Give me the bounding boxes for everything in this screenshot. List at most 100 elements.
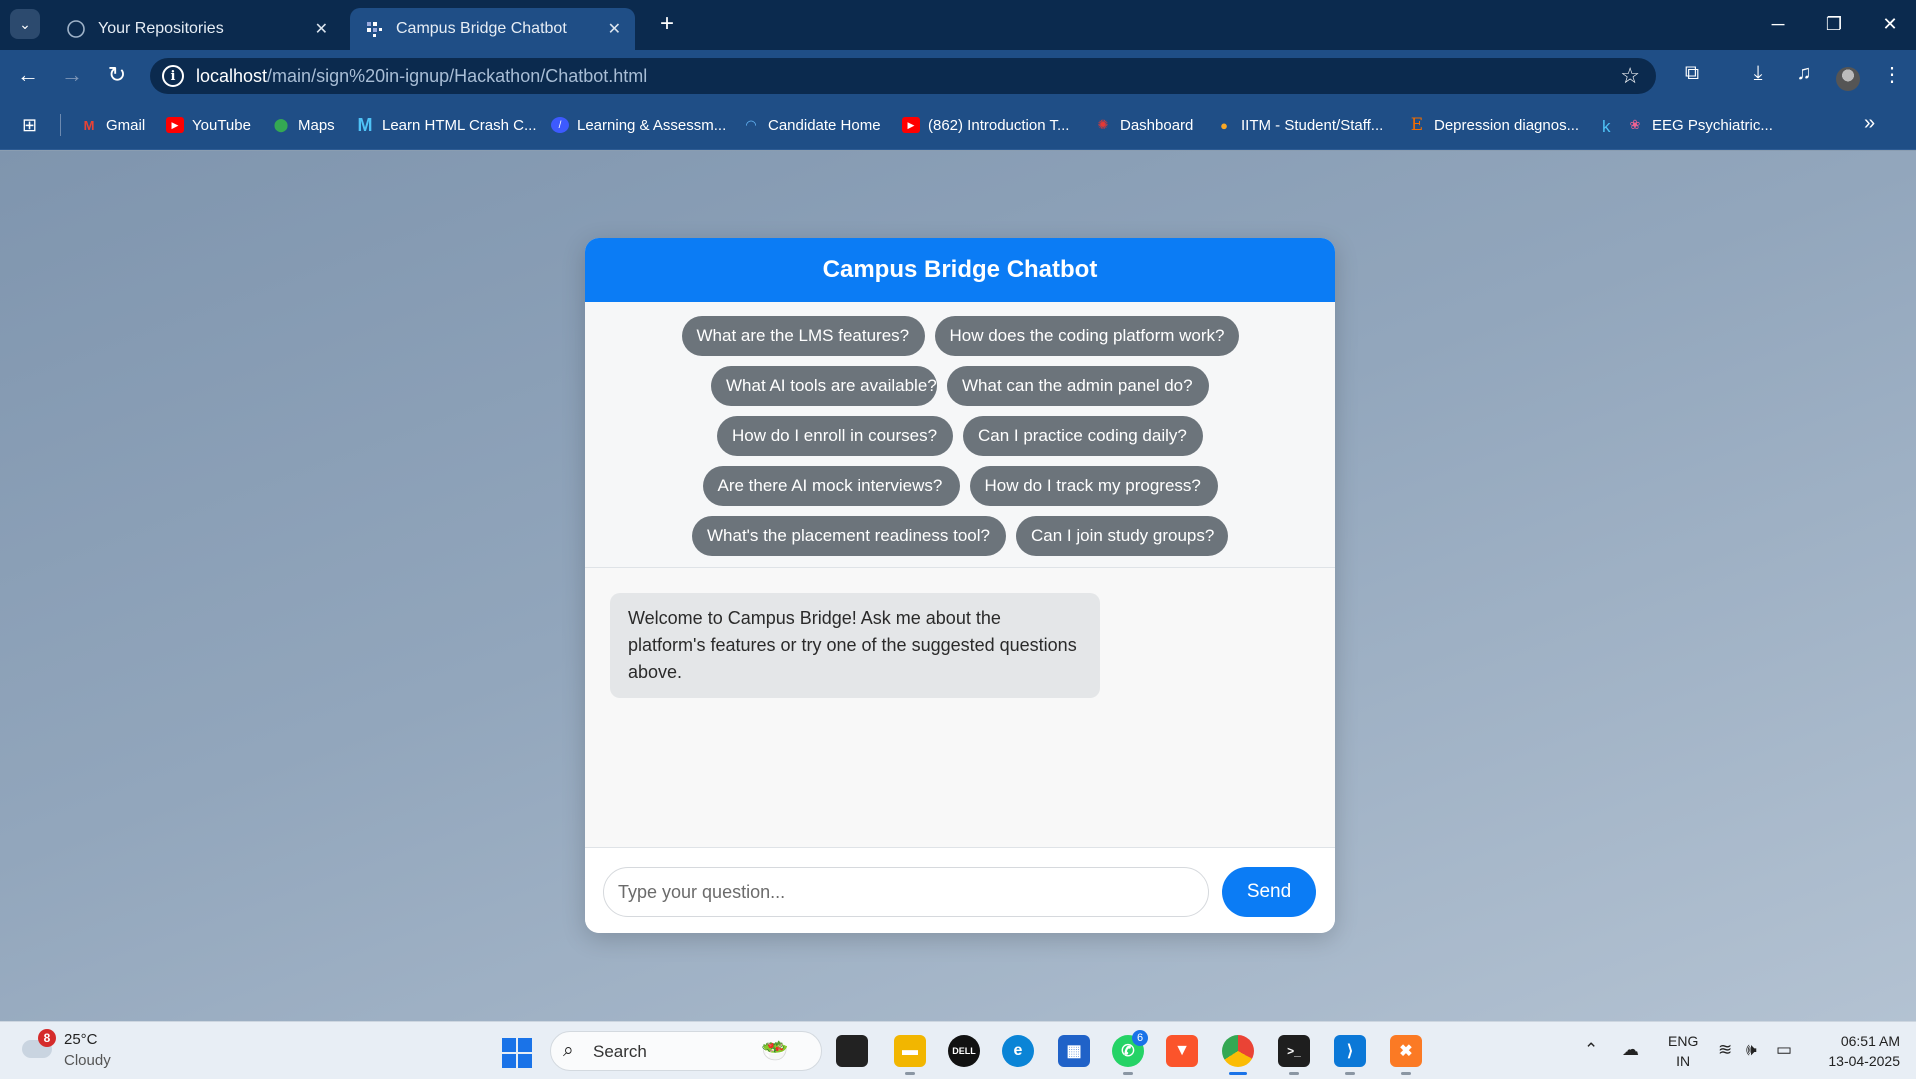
bookmark-label: Gmail [106,116,146,134]
bookmark-label: EEG Psychiatric... [1652,116,1773,134]
bookmark-gmail[interactable]: M Gmail [80,113,146,137]
task-view-icon[interactable] [836,1035,868,1067]
windows-logo-icon [518,1054,532,1068]
bookmark-maps[interactable]: ⬤ Maps [272,113,335,137]
vscode-icon[interactable]: ⟩ [1334,1035,1366,1067]
xampp-icon[interactable]: ✖ [1390,1035,1422,1067]
chat-title: Campus Bridge Chatbot [585,238,1335,302]
language-indicator[interactable]: ENG IN [1668,1031,1698,1071]
windows-logo-icon [502,1038,516,1052]
url-path: /main/sign%20in-ignup/Hackathon/Chatbot.… [267,66,648,86]
github-icon [66,19,86,39]
bookmark-youtube[interactable]: ▶ YouTube [166,113,251,137]
suggestion-chip[interactable]: What can the admin panel do? [947,366,1209,406]
bookmark-star-icon[interactable]: ☆ [1620,63,1640,89]
chevron-up-icon[interactable]: ⌃ [1584,1040,1598,1060]
region-code: IN [1676,1053,1691,1069]
search-icon: ⌕ [563,1040,574,1061]
bookmark-eeg[interactable]: ❀ EEG Psychiatric... [1626,113,1773,137]
e-icon: E [1410,115,1424,135]
bookmark-introduction[interactable]: ▶ (862) Introduction T... [902,113,1069,137]
back-button[interactable]: ← [12,59,44,91]
url-text[interactable]: localhost/main/sign%20in-ignup/Hackathon… [196,66,647,87]
suggestion-chip[interactable]: How does the coding platform work? [934,316,1239,356]
minimize-button[interactable]: ─ [1758,8,1798,40]
time: 06:51 AM [1840,1033,1900,1049]
profile-avatar[interactable] [1836,67,1860,91]
suggestion-chip[interactable]: How do I enroll in courses? [717,416,953,456]
tab-campus-bridge-chatbot[interactable]: Campus Bridge Chatbot ✕ [350,8,635,50]
youtube-icon: ▶ [166,117,184,133]
search-label: Search [593,1042,647,1061]
chrome-icon[interactable] [1222,1035,1254,1067]
bookmark-learning-assessment[interactable]: / Learning & Assessm... [551,113,726,137]
close-icon[interactable]: ✕ [315,19,328,39]
bookmark-label: YouTube [192,116,251,134]
bookmark-iitm[interactable]: ● IITM - Student/Staff... [1215,113,1383,137]
restore-button[interactable]: ❐ [1814,8,1854,40]
store-icon[interactable]: ▦ [1058,1035,1090,1067]
close-icon[interactable]: ✕ [608,19,621,39]
wifi-icon[interactable]: ≋ [1718,1040,1732,1060]
page-background: Campus Bridge Chatbot What are the LMS f… [0,151,1916,1021]
volume-icon[interactable]: 🕪 [1746,1040,1757,1060]
message-list: Welcome to Campus Bridge! Ask me about t… [585,568,1335,848]
close-window-button[interactable]: ✕ [1870,8,1910,40]
suggestion-chip[interactable]: How do I track my progress? [969,466,1218,506]
bookmark-label: IITM - Student/Staff... [1241,116,1384,134]
bookmark-label: Learning & Assessm... [577,116,727,134]
suggestion-chip[interactable]: Can I join study groups? [1016,516,1228,556]
bookmark-learn-html[interactable]: M Learn HTML Crash C... [356,113,537,137]
onedrive-offline-icon[interactable]: ☁ [1622,1040,1639,1060]
dell-icon[interactable]: DELL [948,1035,980,1067]
bookmark-candidate-home[interactable]: ◠ Candidate Home [742,113,880,137]
suggestion-chip[interactable]: What AI tools are available? [711,366,937,406]
arrow-right-icon: → [61,62,83,87]
running-indicator [1345,1072,1355,1075]
bookmark-label: Learn HTML Crash C... [382,116,537,134]
bookmark-dashboard[interactable]: ✺ Dashboard [1094,113,1194,137]
apps-grid-icon[interactable]: ⊞ [22,115,37,136]
bookmark-label: Maps [298,116,335,134]
chatbot-container: Campus Bridge Chatbot What are the LMS f… [585,238,1335,933]
brave-icon[interactable]: ▼ [1166,1035,1198,1067]
whatsapp-badge: 6 [1132,1030,1148,1046]
suggestion-chip[interactable]: What's the placement readiness tool? [692,516,1006,556]
search-highlight-icon: 🥗 [761,1038,789,1063]
forward-button[interactable]: → [56,59,88,91]
media-control-icon[interactable]: ♫ [1790,62,1818,90]
bookmarks-bar: ⊞ M Gmail ▶ YouTube ⬤ Maps M Learn HTML … [0,100,1916,150]
windows-logo-icon [502,1054,516,1068]
send-button[interactable]: Send [1222,867,1316,917]
site-info-icon[interactable]: i [162,65,184,87]
tab-search-menu-button[interactable]: ⌄ [10,9,40,39]
bookmark-label: Dashboard [1120,116,1194,134]
clock[interactable]: 06:51 AM 13-04-2025 [1816,1031,1900,1071]
extensions-icon[interactable]: ⧉ [1678,62,1706,90]
suggestion-chip[interactable]: Can I practice coding daily? [963,416,1203,456]
address-bar[interactable]: i localhost/main/sign%20in-ignup/Hackath… [150,58,1656,94]
more-bookmarks-icon[interactable]: » [1864,112,1875,135]
new-tab-button[interactable]: + [652,10,682,40]
language-code: ENG [1668,1033,1699,1049]
menu-kebab-icon[interactable]: ⋮ [1878,62,1906,90]
reload-button[interactable]: ↻ [101,59,133,91]
taskbar-search[interactable]: ⌕ Search 🥗 [550,1031,822,1071]
youtube-icon: ▶ [902,117,920,133]
tab-your-repositories[interactable]: Your Repositories ✕ [52,8,342,50]
maps-icon: ⬤ [273,117,289,132]
chevron-down-icon: ⌄ [19,15,31,32]
brain-icon: ❀ [1629,117,1641,132]
page-icon [364,19,384,39]
suggestion-chip[interactable]: Are there AI mock interviews? [702,466,960,506]
battery-icon[interactable]: ▭ [1776,1040,1792,1060]
bookmark-depression[interactable]: E Depression diagnos... [1408,113,1579,137]
k-icon[interactable]: k [1602,117,1611,137]
download-icon[interactable]: ⤓ [1744,62,1772,90]
suggestion-chip[interactable]: What are the LMS features? [681,316,925,356]
edge-icon[interactable]: e [1002,1035,1034,1067]
terminal-icon[interactable]: >_ [1278,1035,1310,1067]
file-explorer-icon[interactable]: ▬ [894,1035,926,1067]
start-button[interactable] [502,1038,532,1068]
question-input[interactable] [603,867,1209,917]
